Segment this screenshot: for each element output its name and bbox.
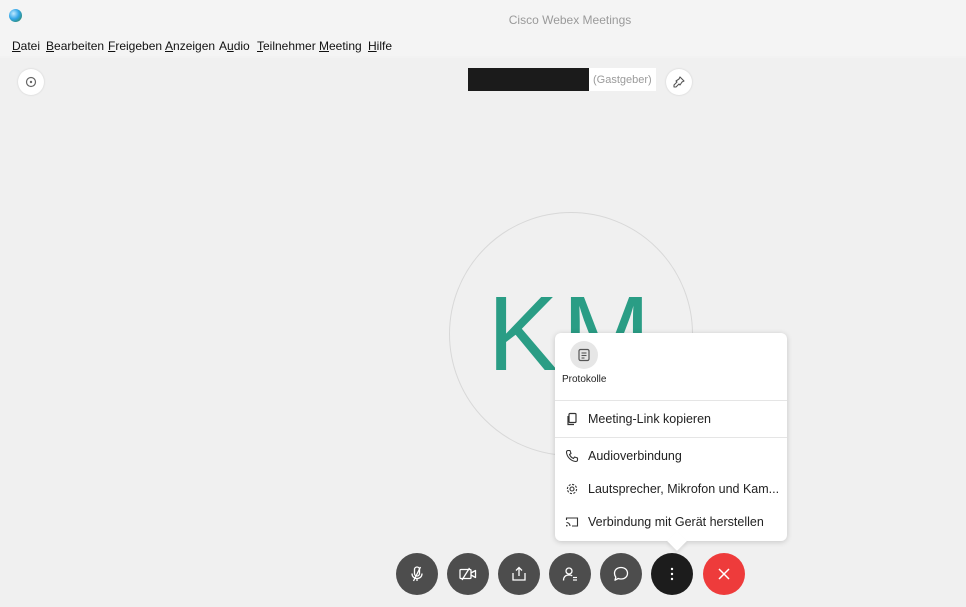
speaker-mic-camera-settings-item[interactable]: Lautsprecher, Mikrofon und Kam... [555,474,787,504]
more-options-icon [670,567,674,581]
window-title: Cisco Webex Meetings [508,13,632,27]
more-options-menu: Protokolle Meeting-Link kopieren Audiove… [555,333,787,541]
pin-button[interactable] [666,69,692,95]
meeting-info-button[interactable] [18,69,44,95]
menu-hilfe[interactable]: Hilfe [368,39,392,53]
video-button[interactable] [447,553,489,595]
phone-icon [564,448,580,464]
audio-connection-item[interactable]: Audioverbindung [555,441,787,471]
participant-name-redacted [468,68,589,91]
menu-separator [555,400,787,401]
leave-meeting-button[interactable] [703,553,745,595]
copy-meeting-link-item[interactable]: Meeting-Link kopieren [555,404,787,434]
menu-separator [555,437,787,438]
menu-freigeben[interactable]: Freigeben [108,39,162,53]
chat-icon [613,566,629,581]
participants-button[interactable] [549,553,591,595]
info-icon [25,76,37,88]
menu-anzeigen[interactable]: Anzeigen [165,39,215,53]
more-options-button[interactable] [651,553,693,595]
microphone-muted-icon [411,566,423,582]
host-role-label: (Gastgeber) [589,68,656,91]
share-icon [512,566,526,581]
notes-icon [578,348,590,362]
cast-device-icon [564,514,580,530]
connect-to-device-item[interactable]: Verbindung mit Gerät herstellen [555,507,787,537]
protocols-button[interactable] [570,341,598,369]
menu-datei[interactable]: Datei [12,39,40,53]
participants-icon [562,567,577,581]
menu-meeting[interactable]: Meeting [319,39,362,53]
leave-meeting-icon [718,568,730,580]
menu-bearbeiten[interactable]: Bearbeiten [46,39,104,53]
window-titlebar: Cisco Webex Meetings [0,0,966,38]
pin-icon [673,76,685,88]
copy-icon [564,411,580,427]
share-button[interactable] [498,553,540,595]
mute-button[interactable] [396,553,438,595]
menu-bar: Datei Bearbeiten Freigeben Anzeigen Audi… [0,38,966,56]
menu-teilnehmer[interactable]: Teilnehmer [257,39,316,53]
menu-audio[interactable]: Audio [219,39,250,53]
protocols-label: Protokolle [562,374,607,385]
settings-gear-icon [564,481,580,497]
video-off-icon [459,567,477,581]
chat-button[interactable] [600,553,642,595]
